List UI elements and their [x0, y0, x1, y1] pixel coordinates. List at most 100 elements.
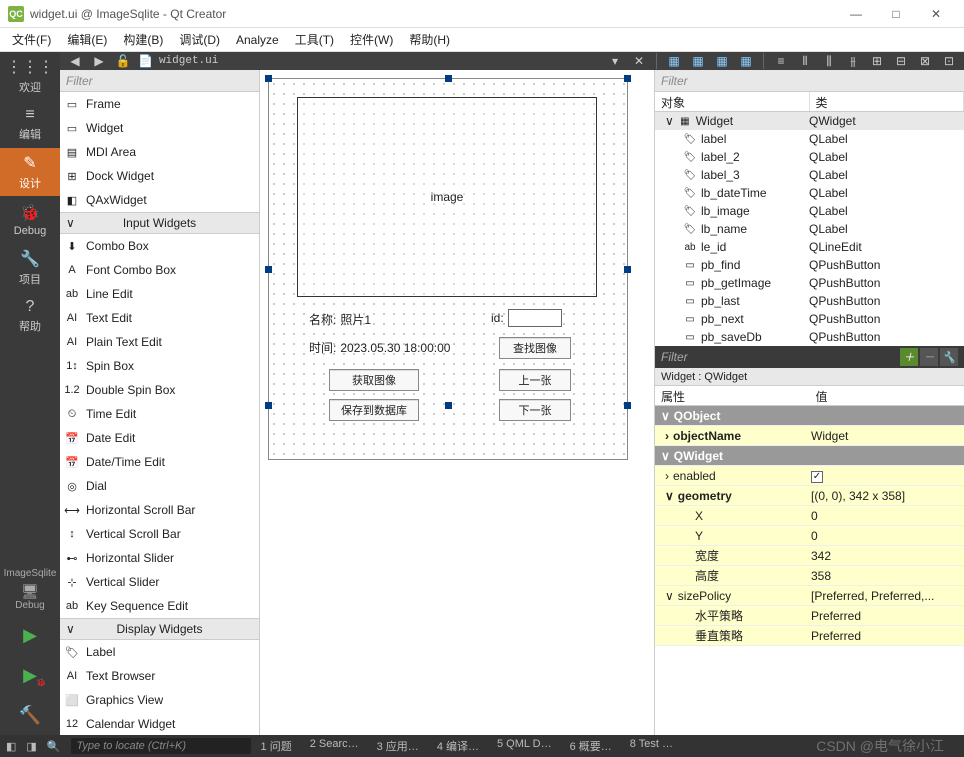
id-label[interactable]: id:	[491, 311, 504, 325]
widget-item[interactable]: 1.2Double Spin Box	[60, 378, 259, 402]
prop-col-value[interactable]: 值	[810, 386, 964, 405]
layout-grid-icon[interactable]: ⊞	[868, 52, 886, 70]
layout-form-icon[interactable]: ⊟	[892, 52, 910, 70]
locator-input[interactable]: Type to locate (Ctrl+K)	[71, 738, 251, 754]
objtree-row[interactable]: ▭pb_getImageQPushButton	[655, 274, 964, 292]
widget-item[interactable]: ⬜Graphics View	[60, 688, 259, 712]
edit-tab-icon[interactable]: ▦	[737, 52, 755, 70]
property-value[interactable]: ✓	[805, 468, 964, 483]
widget-item[interactable]: ▭Widget	[60, 116, 259, 140]
form-widget[interactable]: image 名称: 照片1 id: 时间: 2023.05.30 18:00:0…	[268, 78, 628, 460]
property-row[interactable]: Y0	[655, 526, 964, 546]
minimize-button[interactable]: —	[836, 0, 876, 28]
lb-datetime[interactable]: 2023.05.30 18:00:00	[340, 341, 450, 355]
lb-name[interactable]: 照片1	[340, 311, 371, 328]
expand-icon[interactable]: ∨	[665, 489, 674, 503]
run-button[interactable]: ▶	[0, 615, 60, 655]
objtree-row[interactable]: ∨▦WidgetQWidget	[655, 112, 964, 130]
mode-projects[interactable]: 🔧项目	[0, 244, 60, 292]
expand-icon[interactable]: ∨	[665, 114, 674, 128]
objtree-row[interactable]: ▭pb_nextQPushButton	[655, 310, 964, 328]
mode-edit[interactable]: ≡编辑	[0, 100, 60, 148]
expand-icon[interactable]: ›	[665, 469, 669, 483]
widget-item[interactable]: ↕Vertical Scroll Bar	[60, 522, 259, 546]
property-value[interactable]: 0	[805, 509, 964, 523]
objtree-row[interactable]: 🏷lb_imageQLabel	[655, 202, 964, 220]
property-value[interactable]: 0	[805, 529, 964, 543]
property-value[interactable]: 342	[805, 549, 964, 563]
widget-item[interactable]: abKey Sequence Edit	[60, 594, 259, 618]
pb-last[interactable]: 上一张	[499, 369, 571, 391]
widget-category[interactable]: ∨Display Widgets	[60, 618, 259, 640]
output-tab[interactable]: 6 概要…	[570, 738, 612, 754]
mode-design[interactable]: ✎设计	[0, 148, 60, 196]
menu-file[interactable]: 文件(F)	[8, 29, 55, 50]
objtree-row[interactable]: 🏷label_3QLabel	[655, 166, 964, 184]
resize-handle[interactable]	[445, 75, 452, 82]
expand-icon[interactable]: ∨	[661, 449, 670, 463]
resize-handle[interactable]	[265, 402, 272, 409]
layout-v-icon[interactable]: ⫴	[796, 52, 814, 70]
objtree-row[interactable]: ▭pb_findQPushButton	[655, 256, 964, 274]
menu-tools[interactable]: 工具(T)	[291, 29, 338, 50]
objtree-body[interactable]: ∨▦WidgetQWidget🏷labelQLabel🏷label_2QLabe…	[655, 112, 964, 346]
widget-item[interactable]: ◎Dial	[60, 474, 259, 498]
widget-item[interactable]: ⬇Combo Box	[60, 234, 259, 258]
checkbox[interactable]: ✓	[811, 471, 823, 483]
widget-item[interactable]: ⊞Dock Widget	[60, 164, 259, 188]
widget-item[interactable]: AIPlain Text Edit	[60, 330, 259, 354]
widget-item[interactable]: ◧QAxWidget	[60, 188, 259, 212]
build-button[interactable]: 🔨	[0, 695, 60, 735]
property-row[interactable]: X0	[655, 506, 964, 526]
objtree-col-object[interactable]: 对象	[655, 92, 810, 111]
objtree-row[interactable]: 🏷labelQLabel	[655, 130, 964, 148]
widget-item[interactable]: ⟷Horizontal Scroll Bar	[60, 498, 259, 522]
output-tab[interactable]: 5 QML D…	[497, 738, 552, 754]
widget-item[interactable]: 🏷Label	[60, 640, 259, 664]
menu-edit[interactable]: 编辑(E)	[63, 29, 111, 50]
property-value[interactable]: [(0, 0), 342 x 358]	[805, 489, 964, 503]
resize-handle[interactable]	[265, 75, 272, 82]
layout-h-icon[interactable]: ≡	[772, 52, 790, 70]
add-property-button[interactable]: ＋	[900, 348, 918, 366]
time-label[interactable]: 时间:	[309, 339, 336, 356]
output-tab[interactable]: 3 应用…	[377, 738, 419, 754]
remove-property-button[interactable]: －	[920, 348, 938, 366]
kit-selector[interactable]: ImageSqlite 🖥 Debug	[4, 564, 57, 615]
close-button[interactable]: ✕	[916, 0, 956, 28]
objtree-row[interactable]: ▭pb_lastQPushButton	[655, 292, 964, 310]
resize-handle[interactable]	[265, 266, 272, 273]
resize-handle[interactable]	[624, 402, 631, 409]
toggle-right-icon[interactable]: ◨	[26, 740, 36, 753]
edit-widgets-icon[interactable]: ▦	[665, 52, 683, 70]
menu-help[interactable]: 帮助(H)	[405, 29, 454, 50]
output-tab[interactable]: 1 问题	[261, 738, 292, 754]
widget-item[interactable]: 📅Date/Time Edit	[60, 450, 259, 474]
expand-icon[interactable]: ∨	[661, 409, 670, 423]
widget-item[interactable]: AIText Browser	[60, 664, 259, 688]
property-row[interactable]: 高度358	[655, 566, 964, 586]
widget-item[interactable]: ⏲Time Edit	[60, 402, 259, 426]
output-tab[interactable]: 8 Test …	[630, 738, 673, 754]
widget-item[interactable]: ⊹Vertical Slider	[60, 570, 259, 594]
objtree-row[interactable]: 🏷lb_nameQLabel	[655, 220, 964, 238]
objtree-row[interactable]: 🏷lb_dateTimeQLabel	[655, 184, 964, 202]
run-debug-button[interactable]: ▶🐞	[0, 655, 60, 695]
toggle-left-icon[interactable]: ◧	[6, 740, 16, 753]
name-label[interactable]: 名称:	[309, 311, 336, 328]
output-tab[interactable]: 4 编译…	[437, 738, 479, 754]
lock-icon[interactable]: 🔓	[114, 52, 132, 70]
mode-debug[interactable]: 🐞Debug	[0, 196, 60, 244]
property-row[interactable]: 水平策略Preferred	[655, 606, 964, 626]
property-value[interactable]: Preferred	[805, 609, 964, 623]
expand-icon[interactable]: ∨	[665, 589, 674, 603]
property-value[interactable]: Widget	[805, 429, 964, 443]
expand-icon[interactable]: ›	[665, 429, 669, 443]
pb-next[interactable]: 下一张	[499, 399, 571, 421]
widget-item[interactable]: ⊷Horizontal Slider	[60, 546, 259, 570]
property-row[interactable]: › objectNameWidget	[655, 426, 964, 446]
edit-signals-icon[interactable]: ▦	[689, 52, 707, 70]
mode-welcome[interactable]: ⋮⋮⋮欢迎	[0, 52, 60, 100]
pb-getimage[interactable]: 获取图像	[329, 369, 419, 391]
objtree-row[interactable]: 🏷label_2QLabel	[655, 148, 964, 166]
